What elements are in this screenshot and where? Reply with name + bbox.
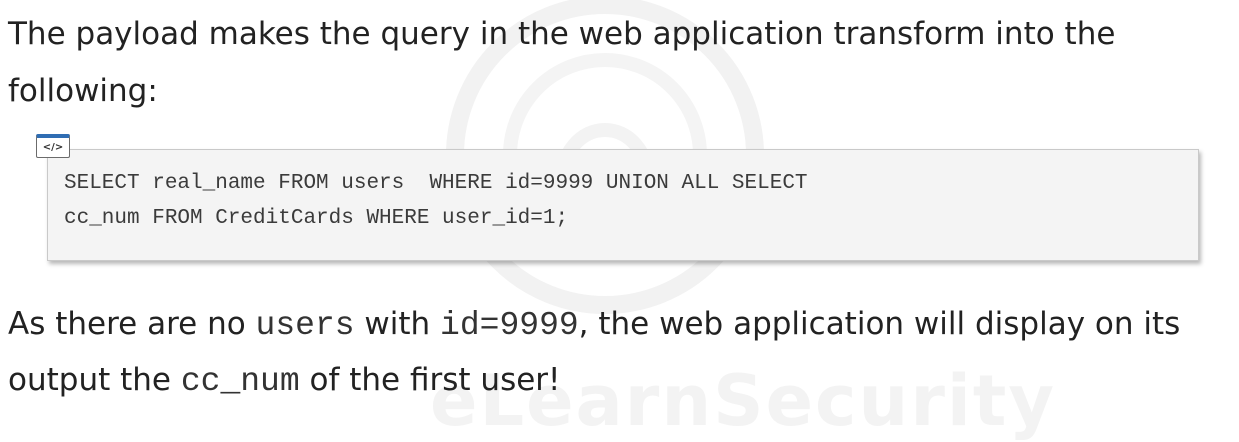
outro-text-4: of the first user! (299, 362, 561, 398)
outro-text-1: As there are no (8, 306, 256, 342)
inline-code-users: users (255, 307, 355, 344)
inline-code-id: id=9999 (440, 307, 579, 344)
outro-text-2: with (354, 306, 441, 342)
code-line-1: SELECT real_name FROM users WHERE id=999… (64, 172, 808, 195)
code-line-2: cc_num FROM CreditCards WHERE user_id=1; (64, 207, 569, 230)
intro-paragraph: The payload makes the query in the web a… (8, 16, 1116, 109)
inline-code-cc-num: cc_num (180, 363, 300, 400)
code-block: SELECT real_name FROM users WHERE id=999… (47, 149, 1199, 261)
code-snippet-icon: </> (36, 134, 70, 158)
outro-paragraph: As there are no users with id=9999, the … (8, 297, 1233, 409)
